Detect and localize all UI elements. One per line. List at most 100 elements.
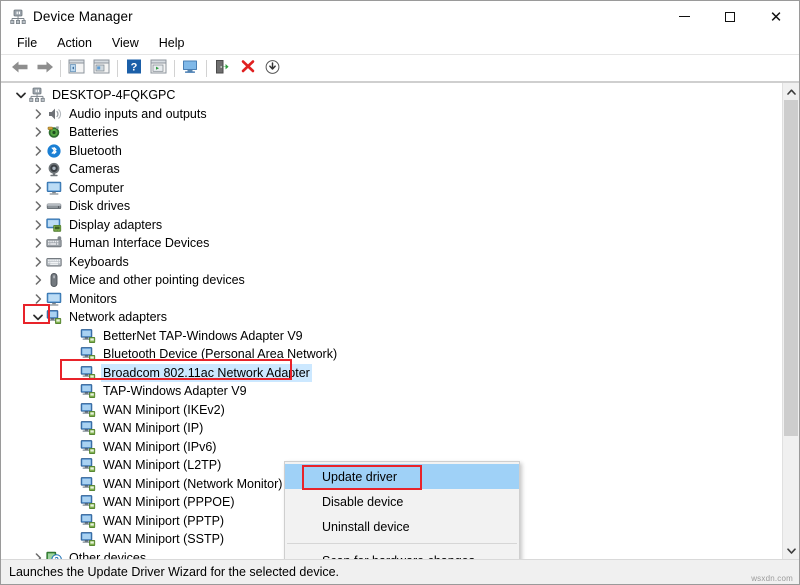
ctx-disable-device[interactable]: Disable device — [285, 489, 519, 514]
tree-row[interactable]: Cameras — [1, 160, 782, 179]
help-button[interactable]: ? — [121, 57, 146, 79]
tree-row[interactable]: Display adapters — [1, 216, 782, 235]
window-controls: ✕ — [661, 1, 799, 32]
context-menu[interactable]: Update driverDisable deviceUninstall dev… — [284, 461, 520, 559]
update-driver-icon — [150, 59, 167, 77]
tree-indent-spacer — [47, 364, 63, 382]
chevron-right-icon[interactable] — [30, 142, 46, 160]
close-button[interactable]: ✕ — [753, 1, 799, 32]
tree-row-label: Bluetooth — [67, 142, 124, 160]
menu-help[interactable]: Help — [149, 34, 195, 52]
chevron-right-icon[interactable] — [30, 179, 46, 197]
vertical-scrollbar[interactable] — [782, 83, 799, 559]
tree-row[interactable]: Bluetooth — [1, 142, 782, 161]
menu-action[interactable]: Action — [47, 34, 102, 52]
scrollbar-thumb[interactable] — [784, 100, 798, 436]
chevron-right-icon[interactable] — [30, 253, 46, 271]
show-hide-console-tree-button[interactable] — [64, 57, 89, 79]
monitor-icon — [46, 291, 62, 307]
network-adapter-icon — [80, 328, 96, 344]
minimize-button[interactable] — [661, 1, 707, 32]
tree-indent-spacer — [47, 475, 63, 493]
chevron-right-icon[interactable] — [30, 216, 46, 234]
properties-button[interactable] — [89, 57, 114, 79]
display-adapter-icon — [46, 217, 62, 233]
tree-row[interactable]: BetterNet TAP-Windows Adapter V9 — [1, 327, 782, 346]
monitor-icon — [46, 180, 62, 196]
chevron-right-icon[interactable] — [30, 197, 46, 215]
chevron-right-icon[interactable] — [30, 160, 46, 178]
title-bar: Device Manager ✕ — [1, 1, 799, 32]
scroll-down-button[interactable] — [783, 542, 799, 559]
network-adapter-icon — [80, 420, 96, 436]
tree-row-label: Monitors — [67, 290, 119, 308]
ctx-uninstall-device[interactable]: Uninstall device — [285, 514, 519, 539]
tree-row[interactable]: Computer — [1, 179, 782, 198]
forward-button[interactable] — [32, 57, 57, 79]
tree-row-label: WAN Miniport (PPTP) — [101, 512, 226, 530]
tree-row[interactable]: WAN Miniport (IP) — [1, 419, 782, 438]
tree-row-label: Bluetooth Device (Personal Area Network) — [101, 345, 339, 363]
maximize-button[interactable] — [707, 1, 753, 32]
network-adapter-icon — [80, 402, 96, 418]
toolbar-separator-2 — [117, 60, 118, 77]
network-adapter-icon — [80, 531, 96, 547]
context-menu-separator — [287, 543, 517, 544]
minimize-icon — [679, 16, 690, 17]
chevron-right-icon[interactable] — [30, 549, 46, 559]
tree-row[interactable]: WAN Miniport (IKEv2) — [1, 401, 782, 420]
menu-file[interactable]: File — [7, 34, 47, 52]
chevron-down-icon[interactable] — [30, 308, 46, 326]
tree-indent-spacer — [47, 456, 63, 474]
scrollbar-track[interactable] — [783, 100, 799, 542]
scroll-up-button[interactable] — [783, 83, 799, 100]
uninstall-device-button[interactable] — [235, 57, 260, 79]
tree-row-label: Disk drives — [67, 197, 132, 215]
toolbar-separator-1 — [60, 60, 61, 77]
ctx-update-driver[interactable]: Update driver — [285, 464, 519, 489]
tree-row[interactable]: Audio inputs and outputs — [1, 105, 782, 124]
tree-row[interactable]: WAN Miniport (IPv6) — [1, 438, 782, 457]
ctx-scan-hardware-changes[interactable]: Scan for hardware changes — [285, 548, 519, 559]
menu-view[interactable]: View — [102, 34, 149, 52]
update-driver-button[interactable] — [146, 57, 171, 79]
back-button[interactable] — [7, 57, 32, 79]
back-icon — [11, 60, 29, 77]
tree-row-label: WAN Miniport (IKEv2) — [101, 401, 227, 419]
tree-row-label: Cameras — [67, 160, 122, 178]
device-manager-icon — [10, 9, 26, 25]
bluetooth-icon — [46, 143, 62, 159]
tree-row[interactable]: Broadcom 802.11ac Network Adapter — [1, 364, 782, 383]
tree-indent-spacer — [47, 401, 63, 419]
tree-indent-spacer — [47, 512, 63, 530]
network-adapter-icon — [80, 513, 96, 529]
tree-row-label: Network adapters — [67, 308, 169, 326]
tree-row[interactable]: DESKTOP-4FQKGPC — [1, 86, 782, 105]
scan-hardware-changes-icon — [181, 59, 200, 78]
scan-hardware-changes-button[interactable] — [178, 57, 203, 79]
chevron-up-icon — [787, 89, 796, 95]
enable-device-button[interactable] — [210, 57, 235, 79]
tree-row[interactable]: Mice and other pointing devices — [1, 271, 782, 290]
tree-indent-spacer — [47, 419, 63, 437]
tree-row-label: WAN Miniport (IPv6) — [101, 438, 218, 456]
chevron-right-icon[interactable] — [30, 271, 46, 289]
chevron-right-icon[interactable] — [30, 290, 46, 308]
disable-device-button[interactable] — [260, 57, 285, 79]
chevron-right-icon[interactable] — [30, 105, 46, 123]
mouse-icon — [46, 272, 62, 288]
chevron-right-icon[interactable] — [30, 123, 46, 141]
chevron-down-icon[interactable] — [13, 86, 29, 104]
tree-row[interactable]: Bluetooth Device (Personal Area Network) — [1, 345, 782, 364]
chevron-right-icon[interactable] — [30, 234, 46, 252]
tree-row[interactable]: TAP-Windows Adapter V9 — [1, 382, 782, 401]
status-text: Launches the Update Driver Wizard for th… — [9, 565, 339, 579]
tree-row[interactable]: Disk drives — [1, 197, 782, 216]
tree-row[interactable]: Batteries — [1, 123, 782, 142]
tree-row[interactable]: Network adapters — [1, 308, 782, 327]
tree-row[interactable]: Monitors — [1, 290, 782, 309]
tree-row[interactable]: Keyboards — [1, 253, 782, 272]
tree-row[interactable]: Human Interface Devices — [1, 234, 782, 253]
menu-bar: File Action View Help — [1, 32, 799, 55]
network-adapter-icon — [80, 476, 96, 492]
